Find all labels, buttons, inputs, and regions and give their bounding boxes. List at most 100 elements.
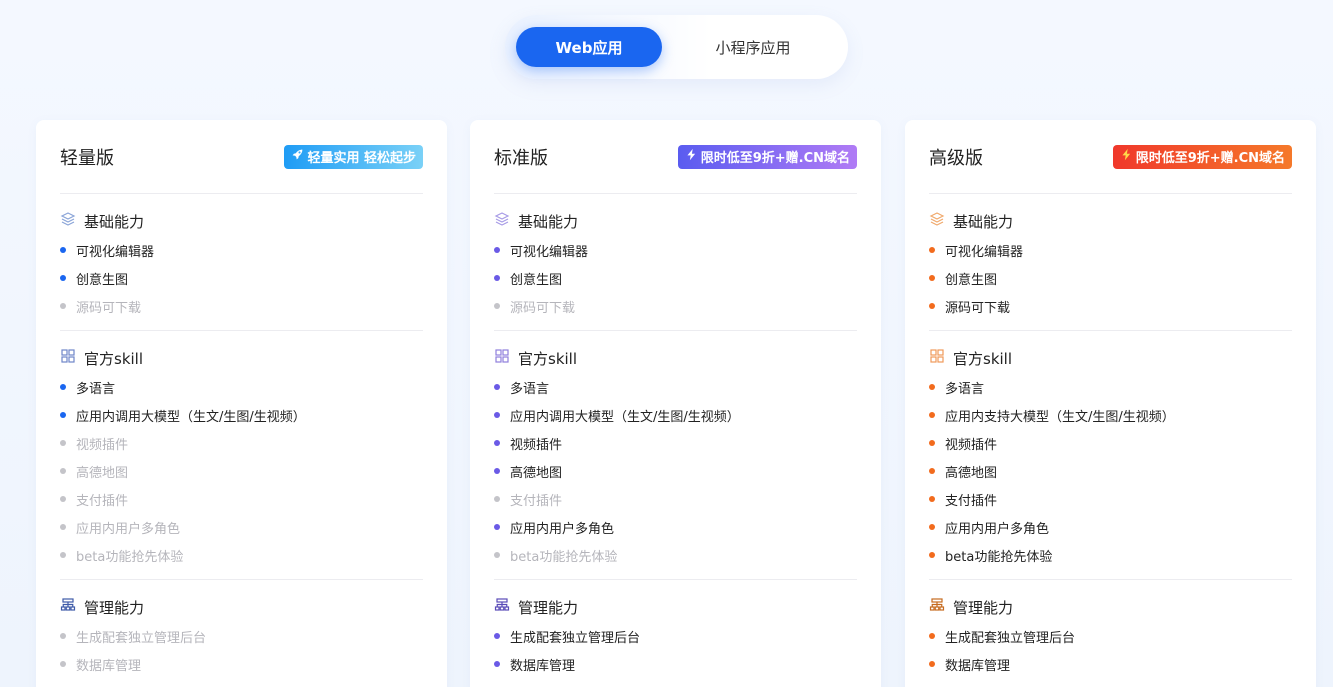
bullet-dot [929, 303, 935, 309]
grid-icon [929, 348, 945, 368]
feature-label: 应用内支持大模型（生文/生图/生视频） [945, 409, 1175, 425]
section-skills: 官方skill 多语言 应用内调用大模型（生文/生图/生视频） 视频插件 高德地… [494, 331, 857, 580]
bullet-dot [494, 552, 500, 558]
feature-label: 支付插件 [510, 493, 563, 509]
plan-badge-text: 限时低至9折+赠.CN域名 [1135, 151, 1285, 166]
feature-item: 支付插件 [929, 485, 1292, 513]
section-header: 官方skill [60, 343, 423, 373]
section-title: 管理能力 [518, 598, 579, 617]
feature-label: 视频插件 [510, 437, 563, 453]
section-header: 官方skill [929, 343, 1292, 373]
feature-item: 高德地图 [494, 457, 857, 485]
section-skills: 官方skill 多语言 应用内调用大模型（生文/生图/生视频） 视频插件 高德地… [60, 331, 423, 580]
bullet-dot [929, 552, 935, 558]
section-basic: 基础能力 可视化编辑器 创意生图 源码可下载 [494, 194, 857, 331]
feature-label: beta功能抢先体验 [945, 549, 1053, 565]
feature-item: 数据库管理 [929, 650, 1292, 678]
feature-label: 应用内调用大模型（生文/生图/生视频） [76, 409, 306, 425]
section-title: 基础能力 [84, 212, 145, 231]
bullet-dot [60, 440, 66, 446]
feature-label: 可视化编辑器 [510, 244, 589, 260]
org-chart-icon [929, 597, 945, 617]
bullet-dot [60, 496, 66, 502]
feature-label: beta功能抢先体验 [76, 549, 184, 565]
bullet-dot [929, 661, 935, 667]
feature-item: 多语言 [929, 373, 1292, 401]
plan-card-advanced: 高级版 限时低至9折+赠.CN域名 基础能力 可视化编辑器 创意生图 源码可下载… [905, 120, 1316, 687]
feature-label: 应用内用户多角色 [945, 521, 1050, 537]
bullet-dot [494, 303, 500, 309]
feature-item: 创意生图 [494, 264, 857, 292]
section-management: 管理能力 生成配套独立管理后台 数据库管理 [929, 580, 1292, 687]
feature-item: 视频插件 [60, 429, 423, 457]
bullet-dot [929, 440, 935, 446]
plan-card-header: 标准版 限时低至9折+赠.CN域名 [494, 120, 857, 194]
bullet-dot [494, 412, 500, 418]
plan-title: 高级版 [929, 147, 983, 169]
feature-label: 生成配套独立管理后台 [510, 630, 641, 646]
section-header: 管理能力 [60, 592, 423, 622]
plan-badge: 限时低至9折+赠.CN域名 [1112, 144, 1292, 169]
feature-item: beta功能抢先体验 [60, 541, 423, 569]
feature-item: 可视化编辑器 [929, 236, 1292, 264]
plan-badge: 轻量实用 轻松起步 [284, 144, 423, 169]
section-management: 管理能力 生成配套独立管理后台 数据库管理 [494, 580, 857, 687]
feature-item: 高德地图 [60, 457, 423, 485]
layers-icon [929, 211, 945, 231]
feature-item: 创意生图 [60, 264, 423, 292]
feature-item: 视频插件 [494, 429, 857, 457]
feature-item: 数据库管理 [60, 650, 423, 678]
bullet-dot [929, 412, 935, 418]
plan-title: 标准版 [494, 147, 548, 169]
section-header: 基础能力 [494, 206, 857, 236]
plan-card-header: 轻量版 轻量实用 轻松起步 [60, 120, 423, 194]
plan-badge-text: 限时低至9折+赠.CN域名 [700, 151, 850, 166]
grid-icon [60, 348, 76, 368]
feature-label: 数据库管理 [76, 658, 142, 674]
bullet-dot [929, 468, 935, 474]
plan-card-lite: 轻量版 轻量实用 轻松起步 基础能力 可视化编辑器 创意生图 源码可下载 官方s… [36, 120, 447, 687]
section-title: 官方skill [953, 349, 1013, 368]
app-type-toggle: Web应用 小程序应用 [505, 15, 848, 79]
feature-label: 视频插件 [76, 437, 129, 453]
feature-item: 应用内调用大模型（生文/生图/生视频） [60, 401, 423, 429]
plan-badge-text: 轻量实用 轻松起步 [307, 151, 416, 166]
feature-item: 应用内用户多角色 [60, 513, 423, 541]
bullet-dot [494, 496, 500, 502]
feature-item: 可视化编辑器 [494, 236, 857, 264]
section-basic: 基础能力 可视化编辑器 创意生图 源码可下载 [929, 194, 1292, 331]
bullet-dot [929, 633, 935, 639]
tab-web-app[interactable]: Web应用 [516, 27, 662, 67]
feature-label: 源码可下载 [510, 300, 576, 316]
tab-mini-program[interactable]: 小程序应用 [681, 27, 825, 67]
section-title: 管理能力 [953, 598, 1014, 617]
feature-item: 应用内调用大模型（生文/生图/生视频） [494, 401, 857, 429]
feature-item: 源码可下载 [929, 292, 1292, 320]
feature-label: 应用内用户多角色 [510, 521, 615, 537]
lightning-icon [685, 148, 698, 165]
feature-item: beta功能抢先体验 [494, 541, 857, 569]
lightning-icon [1120, 148, 1133, 165]
feature-label: 高德地图 [76, 465, 129, 481]
bullet-dot [60, 412, 66, 418]
feature-label: beta功能抢先体验 [510, 549, 618, 565]
org-chart-icon [60, 597, 76, 617]
feature-label: 支付插件 [945, 493, 998, 509]
plan-card-header: 高级版 限时低至9折+赠.CN域名 [929, 120, 1292, 194]
section-basic: 基础能力 可视化编辑器 创意生图 源码可下载 [60, 194, 423, 331]
feature-item: 生成配套独立管理后台 [60, 622, 423, 650]
bullet-dot [60, 468, 66, 474]
bullet-dot [60, 303, 66, 309]
section-header: 管理能力 [494, 592, 857, 622]
section-skills: 官方skill 多语言 应用内支持大模型（生文/生图/生视频） 视频插件 高德地… [929, 331, 1292, 580]
feature-label: 多语言 [76, 381, 116, 397]
bullet-dot [60, 552, 66, 558]
bullet-dot [494, 440, 500, 446]
feature-label: 可视化编辑器 [945, 244, 1024, 260]
feature-label: 多语言 [945, 381, 985, 397]
feature-label: 高德地图 [945, 465, 998, 481]
section-title: 基础能力 [953, 212, 1014, 231]
section-header: 官方skill [494, 343, 857, 373]
feature-item: 应用内支持大模型（生文/生图/生视频） [929, 401, 1292, 429]
feature-label: 数据库管理 [945, 658, 1011, 674]
